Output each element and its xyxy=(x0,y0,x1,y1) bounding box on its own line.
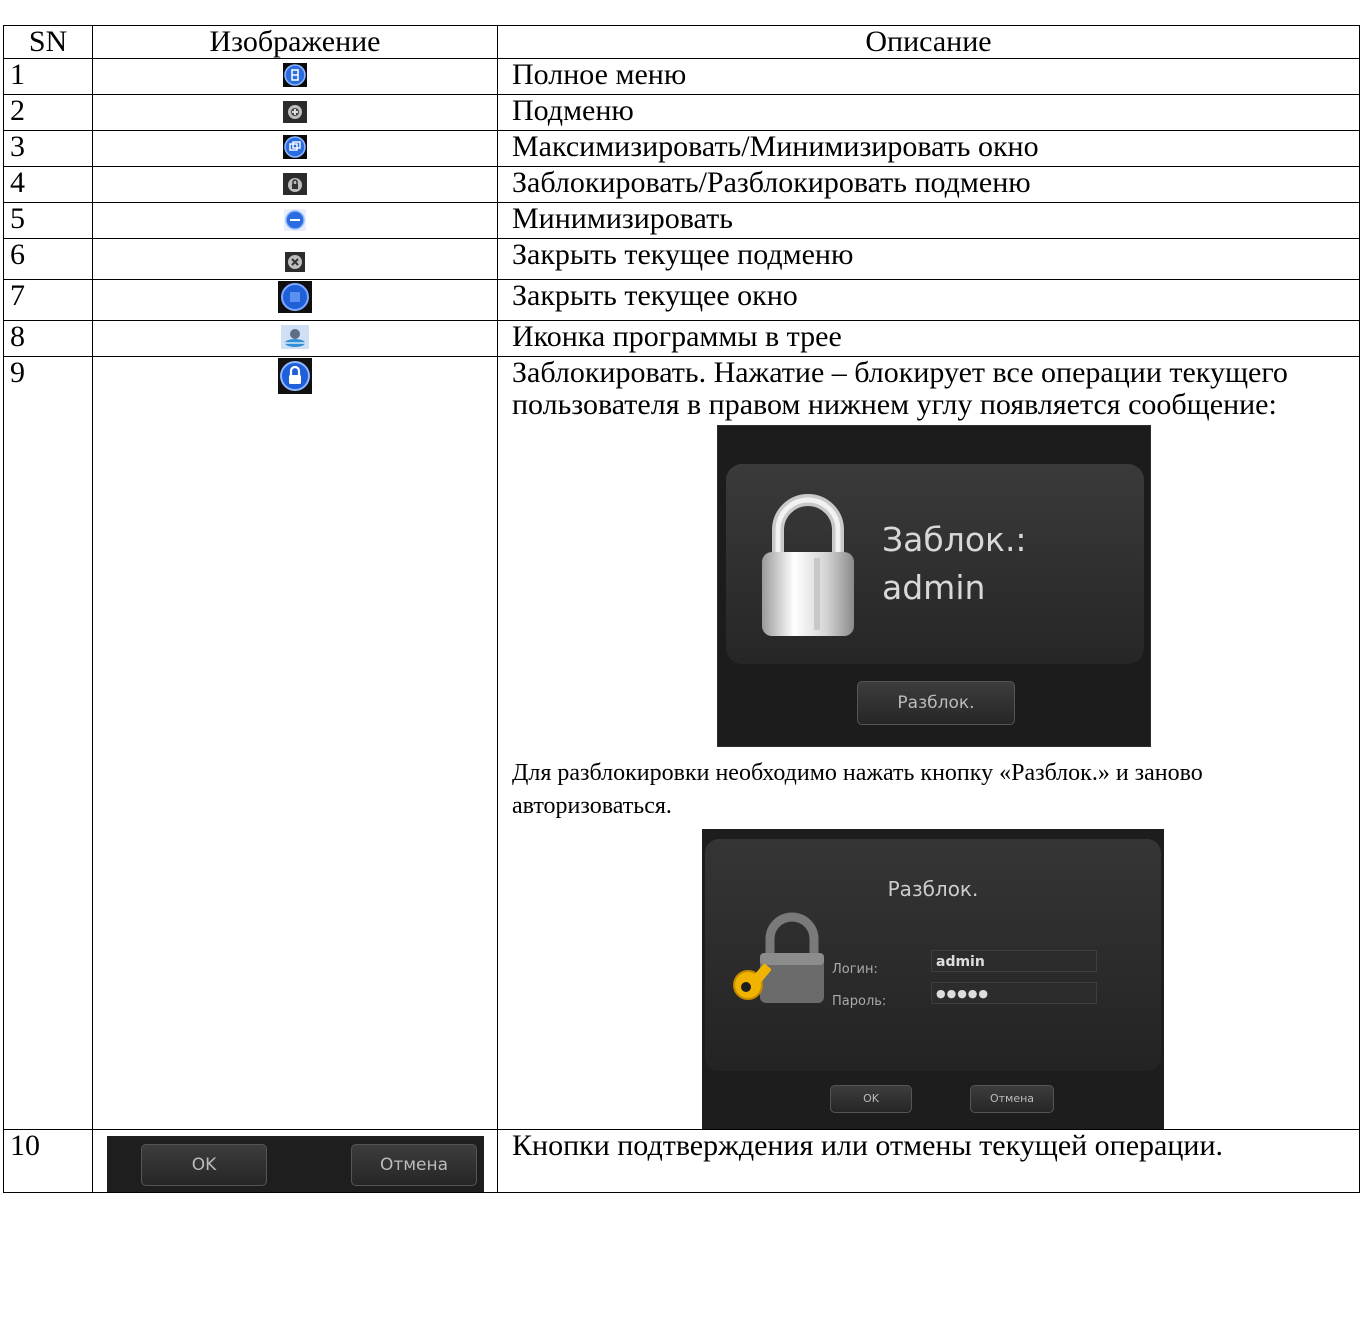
row-number: 5 xyxy=(3,202,93,239)
row-description: Заблокировать/Разблокировать подменю xyxy=(497,166,1360,203)
row-description: Минимизировать xyxy=(497,202,1360,239)
header-sn: SN xyxy=(3,25,93,59)
lock-submenu-icon xyxy=(283,170,307,202)
password-field[interactable]: ●●●●● xyxy=(931,982,1097,1004)
row-number: 2 xyxy=(3,94,93,131)
ok-button[interactable]: OK xyxy=(830,1085,912,1113)
row-number: 9 xyxy=(3,356,93,1130)
row-number: 8 xyxy=(3,320,93,357)
menu-icon xyxy=(283,62,307,94)
row-number: 1 xyxy=(3,58,93,95)
table-row: 6 Закрыть текущее подменю xyxy=(3,238,1360,280)
row-description: Закрыть текущее подменю xyxy=(497,238,1360,280)
close-submenu-icon xyxy=(285,247,305,279)
row-number: 7 xyxy=(3,279,93,321)
table-row: 3 Максимизировать/Минимизировать окно xyxy=(3,130,1360,167)
login-label: Логин: xyxy=(832,962,878,977)
padlock-icon xyxy=(756,490,860,647)
row-number: 4 xyxy=(3,166,93,203)
table-row: 5 Минимизировать xyxy=(3,202,1360,239)
table-row: 2 Подменю xyxy=(3,94,1360,131)
unlock-dialog-title: Разблок. xyxy=(887,877,979,901)
locked-label: Заблок.: xyxy=(882,520,1027,559)
row-description: Полное меню xyxy=(497,58,1360,95)
maximize-icon xyxy=(283,134,307,166)
table-row: 9 Заблокировать. Нажатие – блокирует все… xyxy=(3,356,1360,1130)
password-label: Пароль: xyxy=(832,994,887,1009)
minimize-icon xyxy=(284,206,306,238)
unlock-dialog: Разблок. Логин: admin Пароль: ●●●●● OK О… xyxy=(702,829,1164,1129)
table-row: 7 Закрыть текущее окно xyxy=(3,279,1360,321)
row-description: Закрыть текущее окно xyxy=(497,279,1360,321)
row-description: Кнопки подтверждения или отмены текущей … xyxy=(497,1129,1360,1193)
ok-button[interactable]: OK xyxy=(141,1144,267,1186)
lock-key-icon xyxy=(730,909,834,1012)
ok-cancel-buttons: OK Отмена xyxy=(107,1136,484,1192)
table-row: 1 Полное меню xyxy=(3,58,1360,95)
header-image: Изображение xyxy=(92,25,498,59)
row-number: 6 xyxy=(3,238,93,280)
unlock-hint: Для разблокировки необходимо нажать кноп… xyxy=(512,760,1203,819)
lock-icon xyxy=(278,358,312,401)
table-header-row: SN Изображение Описание xyxy=(3,25,1360,59)
row-description: Заблокировать. Нажатие – блокирует все о… xyxy=(512,356,1288,421)
lock-notification-window: Заблок.: admin Разблок. xyxy=(717,425,1151,747)
close-window-icon xyxy=(278,281,312,320)
locked-user: admin xyxy=(882,568,986,607)
cancel-button[interactable]: Отмена xyxy=(351,1144,477,1186)
unlock-button[interactable]: Разблок. xyxy=(857,681,1015,725)
table-row: 10 OK Отмена Кнопки подтверждения или от… xyxy=(3,1129,1360,1193)
header-description: Описание xyxy=(497,25,1360,59)
tray-icon xyxy=(281,324,309,356)
row-description: Максимизировать/Минимизировать окно xyxy=(497,130,1360,167)
row-description: Иконка программы в трее xyxy=(497,320,1360,357)
table-row: 4 Заблокировать/Разблокировать подменю xyxy=(3,166,1360,203)
row-description: Подменю xyxy=(497,94,1360,131)
login-field[interactable]: admin xyxy=(931,950,1097,972)
submenu-icon xyxy=(283,98,307,130)
icon-reference-table: SN Изображение Описание 1 Полное меню 2 … xyxy=(3,25,1360,1193)
cancel-button[interactable]: Отмена xyxy=(970,1085,1054,1113)
row-number: 10 xyxy=(3,1129,93,1193)
table-row: 8 Иконка программы в трее xyxy=(3,320,1360,357)
row-number: 3 xyxy=(3,130,93,167)
